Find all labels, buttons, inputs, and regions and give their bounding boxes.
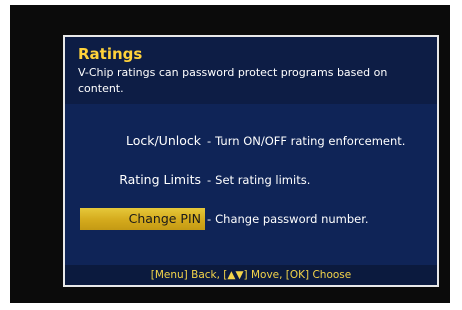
menu-item-description-text: Set rating limits. [215, 173, 311, 187]
menu-item-change-pin[interactable]: Change PIN - Change password number. [65, 208, 437, 230]
ratings-dialog: Ratings V-Chip ratings can password prot… [63, 35, 439, 287]
separator: - [207, 134, 212, 148]
separator: - [207, 173, 212, 187]
menu-item-description: - Set rating limits. [207, 169, 310, 191]
dialog-header: Ratings V-Chip ratings can password prot… [65, 37, 437, 104]
selection-highlight[interactable]: Change PIN [80, 208, 205, 230]
navigation-hint: [Menu] Back, [▲▼] Move, [OK] Choose [65, 265, 437, 285]
menu-item-description-text: Change password number. [215, 212, 369, 226]
dialog-title: Ratings [78, 45, 143, 63]
dialog-description: V-Chip ratings can password protect prog… [78, 66, 388, 95]
tv-screen: Ratings V-Chip ratings can password prot… [10, 5, 450, 303]
separator: - [207, 212, 212, 226]
menu-item-label: Lock/Unlock [125, 133, 201, 148]
menu-item-rating-limits[interactable]: Rating Limits - Set rating limits. [65, 169, 437, 191]
menu-item-lock-unlock[interactable]: Lock/Unlock - Turn ON/OFF rating enforcem… [65, 130, 437, 152]
menu-item-description-text: Turn ON/OFF rating enforcement. [215, 134, 406, 148]
menu-item-description: - Turn ON/OFF rating enforcement. [207, 130, 405, 152]
menu-item-label: Rating Limits [119, 172, 201, 187]
menu-item-description: - Change password number. [207, 208, 369, 230]
menu-item-label: Change PIN [128, 211, 201, 226]
